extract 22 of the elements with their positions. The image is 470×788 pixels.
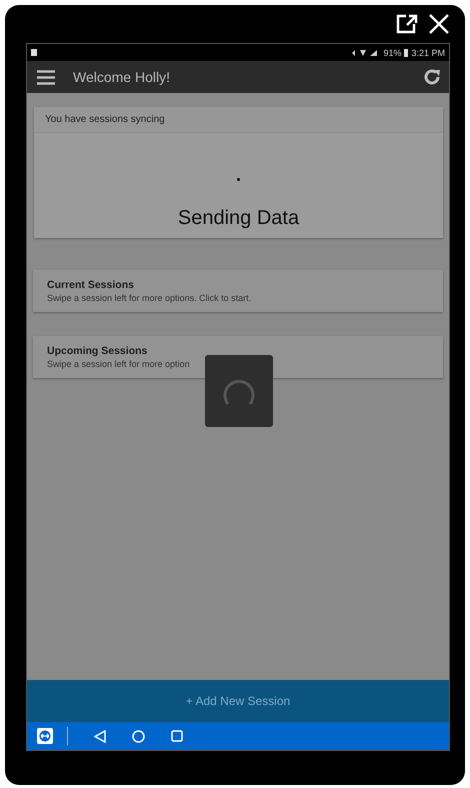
clock-time: 3:21 PM	[411, 48, 445, 58]
remote-app-icon[interactable]	[37, 728, 53, 744]
session-section[interactable]: Current Sessions Swipe a session left for more options. Click to start.	[33, 270, 443, 312]
app-title: Welcome Holly!	[73, 69, 170, 85]
menu-icon[interactable]	[37, 70, 55, 84]
section-title: Current Sessions	[47, 279, 135, 291]
card-header: You have sessions syncing	[34, 107, 443, 133]
section-hint: Swipe a session left for more option	[47, 359, 191, 369]
refresh-icon[interactable]	[423, 68, 441, 86]
progress-dot	[237, 178, 240, 181]
battery-percent: 91%	[383, 48, 402, 58]
close-icon[interactable]	[428, 13, 450, 35]
open-external-icon[interactable]	[396, 14, 418, 34]
section-title: Upcoming Sessions	[47, 345, 148, 357]
home-icon[interactable]	[132, 730, 145, 742]
battery-icon	[404, 48, 408, 56]
section-hint: Swipe a session left for more options. Click to start.	[47, 293, 252, 303]
sending-message: Sending Data	[178, 207, 300, 230]
recents-icon[interactable]	[171, 730, 183, 742]
notification-icon	[31, 49, 37, 56]
back-icon[interactable]	[94, 730, 106, 742]
session-section[interactable]: Upcoming Sessions Swipe a session left for more option	[33, 336, 443, 378]
